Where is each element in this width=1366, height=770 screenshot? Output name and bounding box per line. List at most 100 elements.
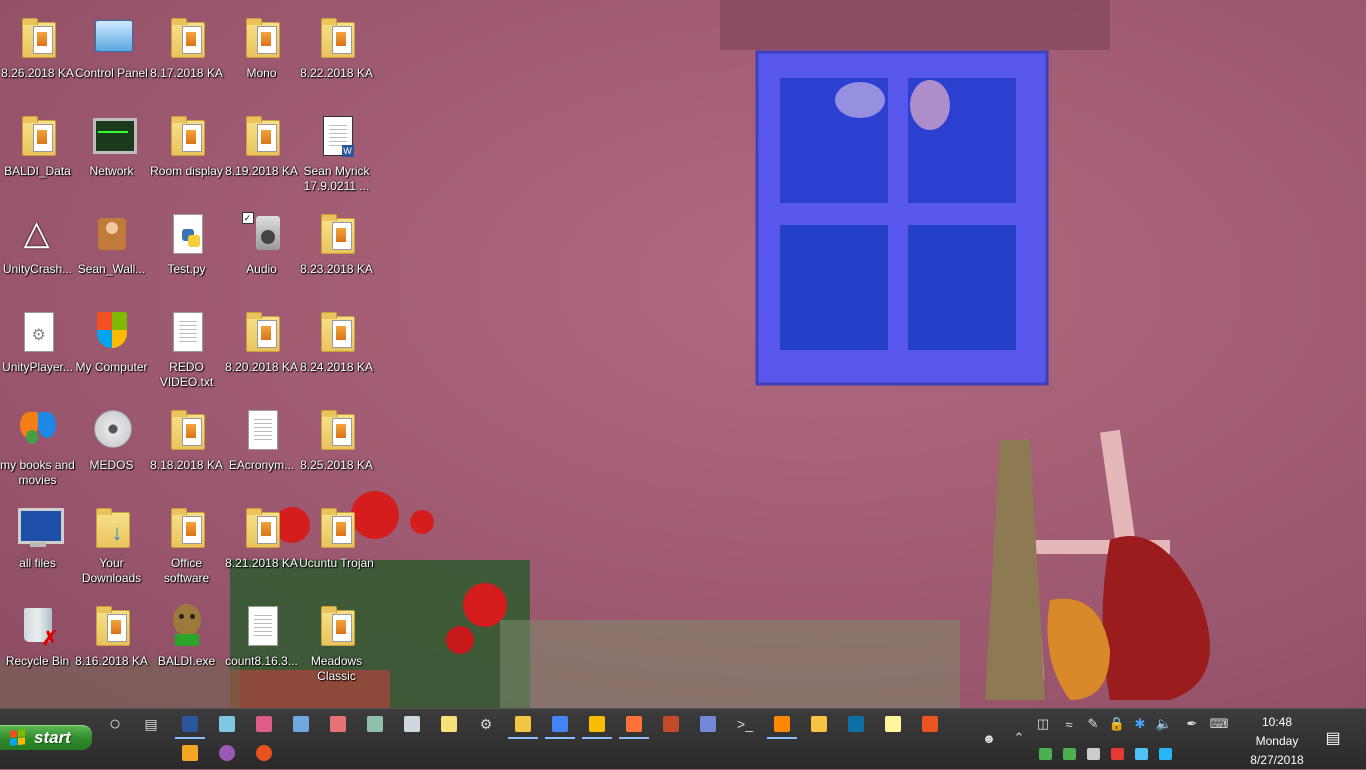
folder-icon <box>167 114 207 158</box>
desktop-icon[interactable]: 8.16.2018 KA <box>74 596 149 686</box>
firefox-icon[interactable] <box>619 711 649 739</box>
keyboard-icon[interactable]: ⌨ <box>1210 715 1229 733</box>
desktop-icon-label: BALDI_Data <box>4 164 71 178</box>
desktop-icon-label: Sean_Wall... <box>77 262 146 276</box>
battery-icon[interactable] <box>1036 745 1054 763</box>
desktop-icon-label: Control Panel <box>75 66 148 80</box>
desktop-icon[interactable]: 8.20.2018 KA <box>224 302 299 392</box>
desktop-icon[interactable]: Control Panel <box>74 8 149 98</box>
discord-icon[interactable] <box>693 711 723 737</box>
desktop-icon[interactable]: my books and movies <box>0 400 75 490</box>
maps-icon[interactable] <box>212 740 242 766</box>
chevron-up-icon[interactable]: ⌃ <box>1010 729 1028 747</box>
folder-icon <box>18 16 58 60</box>
ubuntu-like-icon[interactable] <box>915 711 945 737</box>
desktop-icon[interactable]: 8.23.2018 KA <box>299 204 374 294</box>
desktop-icon[interactable]: BALDI.exe <box>149 596 224 686</box>
desktop-icon[interactable]: Network <box>74 106 149 196</box>
defender-icon[interactable] <box>1060 745 1078 763</box>
desktop-icon[interactable]: REDO VIDEO.txt <box>149 302 224 392</box>
desktop-icon-label: 8.19.2018 KA <box>225 164 298 178</box>
desktop-icon[interactable]: 8.22.2018 KA <box>299 8 374 98</box>
action-center-icon[interactable]: ▤ <box>1322 727 1344 749</box>
pen-icon[interactable]: ✎ <box>1084 715 1102 733</box>
settings-icon[interactable]: ⚙ <box>471 711 501 737</box>
desktop-icon-label: Your Downloads <box>81 556 142 585</box>
desktop-icon[interactable]: ✗ Recycle Bin <box>0 596 75 686</box>
desktop-icon[interactable]: Ucuntu Trojan <box>299 498 374 588</box>
ubuntu-icon[interactable] <box>249 740 279 766</box>
folder-icon <box>317 506 357 550</box>
desktop-icon[interactable]: 8.24.2018 KA <box>299 302 374 392</box>
task-view-icon[interactable]: ▤ <box>136 711 166 737</box>
desktop-icon[interactable]: all files <box>0 498 75 588</box>
file-explorer-icon[interactable] <box>508 711 538 739</box>
sticky-notes-icon[interactable] <box>434 711 464 737</box>
discord-tray-icon[interactable] <box>1084 745 1102 763</box>
update-icon[interactable] <box>1156 745 1174 763</box>
desktop-icon[interactable]: 8.19.2018 KA <box>224 106 299 196</box>
desktop-icon[interactable]: 8.25.2018 KA <box>299 400 374 490</box>
desktop-icon[interactable]: MEDOS <box>74 400 149 490</box>
desktop-icon[interactable]: W Sean Myrick 17.9.0211 ... <box>299 106 374 196</box>
folder-icon <box>167 506 207 550</box>
palette-icon[interactable] <box>323 711 353 737</box>
image-viewer-icon[interactable] <box>360 711 390 737</box>
desktop-icon[interactable]: Test.py <box>149 204 224 294</box>
desktop-icon[interactable]: ⚙ UnityPlayer... <box>0 302 75 392</box>
desktop-icon[interactable]: Meadows Classic <box>299 596 374 686</box>
winamp-icon[interactable] <box>804 711 834 737</box>
desktop-icon-label: 8.18.2018 KA <box>150 458 223 472</box>
volume-icon[interactable]: 🔈 <box>1155 715 1173 733</box>
book-icon[interactable] <box>841 711 871 737</box>
desktop-icon-label: 8.24.2018 KA <box>300 360 373 374</box>
notepad-doc-icon[interactable] <box>286 711 316 737</box>
desktop-icon[interactable]: EAcronym... <box>224 400 299 490</box>
desktop-icon[interactable]: 8.17.2018 KA <box>149 8 224 98</box>
paint-icon[interactable] <box>249 711 279 737</box>
system-clock[interactable]: 10:48 Monday 8/27/2018 <box>1236 713 1318 770</box>
wifi-icon[interactable]: ≈ <box>1060 715 1078 733</box>
desktop-icon[interactable]: ↓ Your Downloads <box>74 498 149 588</box>
desktop-icon-label: count8.16.3... <box>225 654 298 668</box>
cortana-icon[interactable]: ○ <box>100 711 130 737</box>
chrome-alt-icon[interactable] <box>582 711 612 739</box>
terminal-icon[interactable]: >_ <box>730 711 760 737</box>
mic-off-icon[interactable] <box>1108 745 1126 763</box>
desktop-icon[interactable]: ✓ Audio <box>224 204 299 294</box>
desktop-icon-label: Sean Myrick 17.9.0211 ... <box>303 164 370 193</box>
desktop-icon-label: Recycle Bin <box>5 654 70 668</box>
lock-icon[interactable]: 🔒 <box>1108 715 1126 733</box>
start-button[interactable]: start <box>0 725 92 750</box>
usb-icon[interactable]: ◫ <box>1034 715 1052 733</box>
people-icon[interactable]: ☻ <box>980 729 998 747</box>
media-player-icon[interactable] <box>175 740 205 766</box>
photos-icon[interactable] <box>212 711 242 737</box>
desktop-icon[interactable]: BALDI_Data <box>0 106 75 196</box>
chrome-icon[interactable] <box>545 711 575 739</box>
desktop-icon[interactable]: 8.21.2018 KA <box>224 498 299 588</box>
calculator-icon[interactable] <box>397 711 427 737</box>
desktop-icon[interactable]: △ UnityCrash... <box>0 204 75 294</box>
desktop-icon-label: Mono <box>246 66 277 80</box>
desktop-icon[interactable]: My Computer <box>74 302 149 392</box>
desktop-icon[interactable]: count8.16.3... <box>224 596 299 686</box>
desktop-icon[interactable]: 8.18.2018 KA <box>149 400 224 490</box>
onedrive-icon[interactable] <box>1132 745 1150 763</box>
desktop-icon[interactable]: 8.26.2018 KA <box>0 8 75 98</box>
desktop-icon[interactable]: Room display <box>149 106 224 196</box>
notes-icon[interactable] <box>878 711 908 737</box>
winrar-icon[interactable] <box>656 711 686 737</box>
desktop-icon[interactable]: Sean_Wall... <box>74 204 149 294</box>
bluetooth-icon[interactable]: ✱ <box>1131 715 1149 733</box>
word-icon[interactable] <box>175 711 205 739</box>
desktop-icon-label: all files <box>19 556 56 570</box>
desktop-icon-label: MEDOS <box>89 458 134 472</box>
desktop-icon[interactable]: Mono <box>224 8 299 98</box>
desktop-icon-label: Meadows Classic <box>310 654 363 683</box>
handwriting-icon[interactable]: ✒ <box>1183 715 1201 733</box>
vlc-icon[interactable] <box>767 711 797 739</box>
folder-icon <box>317 604 357 648</box>
desktop-icon[interactable]: Office software <box>149 498 224 588</box>
folder-icon <box>18 114 58 158</box>
